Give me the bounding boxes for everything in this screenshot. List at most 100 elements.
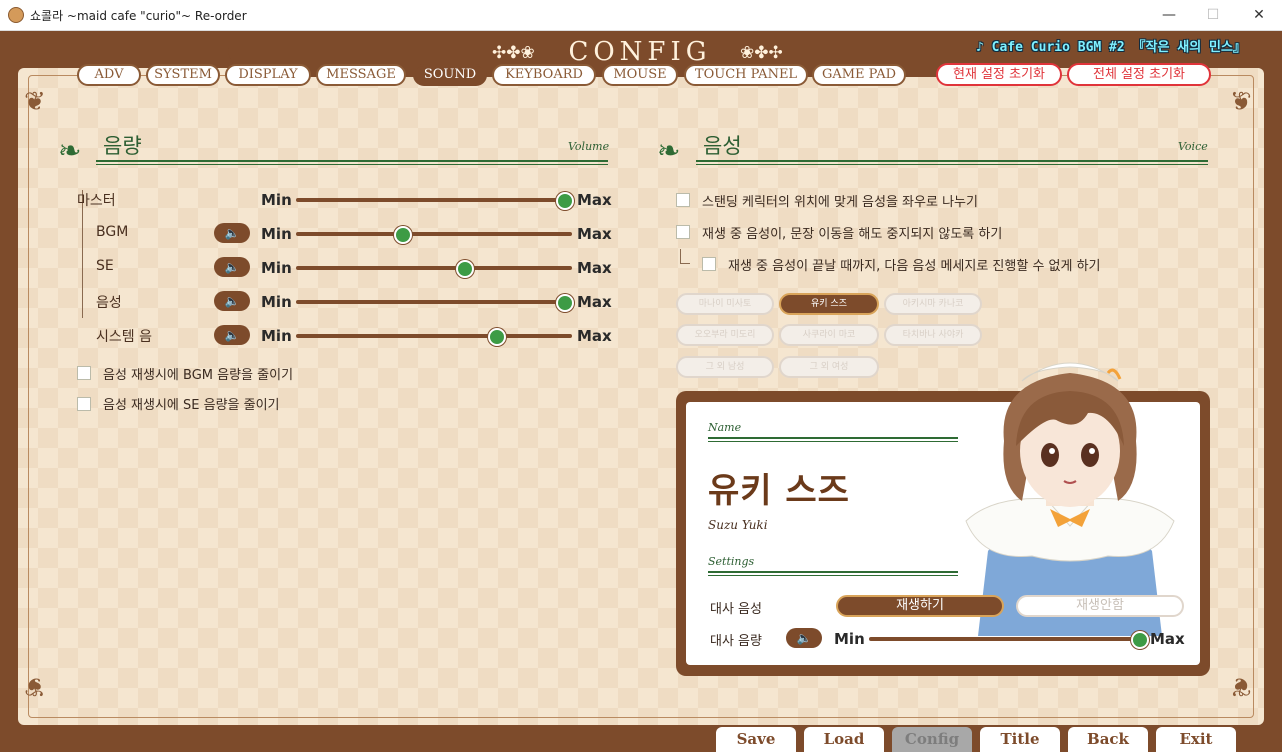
character-button[interactable]: 오오부라 미도리 [676, 324, 774, 346]
volume-slider-knob[interactable] [556, 192, 574, 210]
corner-flourish-icon: ❦ [1230, 87, 1252, 117]
speaker-icon[interactable]: 🔈 [214, 223, 250, 243]
exit-button[interactable]: Exit [1156, 727, 1236, 752]
slider-max-label: Max [577, 225, 612, 243]
volume-slider-track[interactable] [296, 198, 572, 202]
voice-section-subtitle: Voice [1178, 140, 1208, 153]
tab-mouse[interactable]: MOUSE [602, 64, 678, 86]
save-button[interactable]: Save [716, 727, 796, 752]
reset-all-button[interactable]: 전체 설정 초기화 [1067, 63, 1211, 86]
slider-min-label: Min [261, 225, 292, 243]
tab-sound[interactable]: SOUND [413, 64, 487, 86]
option-label: 스탠딩 케릭터의 위치에 맞게 음성을 좌우로 나누기 [702, 195, 978, 210]
character-button[interactable]: 유키 스즈 [779, 293, 879, 315]
volume-slider-track[interactable] [296, 300, 572, 304]
character-portrait [965, 362, 1175, 636]
option-checkbox[interactable] [676, 225, 690, 239]
character-name: 유키 스즈 [708, 471, 850, 511]
mute-voice-button[interactable]: 재생안함 [1016, 595, 1184, 617]
slider-min-label: Min [261, 293, 292, 311]
character-button[interactable]: 사쿠라이 마코 [779, 324, 879, 346]
config-button[interactable]: Config [892, 727, 972, 752]
corner-flourish-icon: ❦ [1230, 671, 1252, 701]
character-romanized-name: Suzu Yuki [708, 518, 768, 532]
window-titlebar: 쇼콜라 ~maid cafe "curio"~ Re-order — ☐ ✕ [0, 0, 1282, 31]
volume-slider-knob[interactable] [556, 294, 574, 312]
tab-adv[interactable]: ADV [77, 64, 141, 86]
app-icon [8, 7, 24, 23]
speaker-icon[interactable]: 🔈 [786, 628, 822, 648]
option-checkbox[interactable] [77, 366, 91, 380]
slider-max-label: Max [1150, 630, 1185, 648]
name-divider [708, 437, 958, 442]
minimize-button[interactable]: — [1146, 0, 1192, 30]
tab-system[interactable]: SYSTEM [146, 64, 220, 86]
volume-row-label: BGM [96, 224, 129, 240]
volume-slider-track[interactable] [296, 232, 572, 236]
volume-row-label: 시스템 음 [96, 329, 152, 345]
volume-row-label: 음성 [96, 295, 122, 311]
voice-section-divider [696, 160, 1208, 165]
ornament-right-icon: ❀✤✣ [740, 43, 783, 63]
dialogue-volume-label: 대사 음량 [710, 634, 762, 649]
option-label: 음성 재생시에 SE 음량을 줄이기 [103, 398, 280, 413]
volume-row-label: 마스터 [77, 193, 116, 209]
option-checkbox[interactable] [676, 193, 690, 207]
corner-flourish-icon: ❦ [24, 87, 46, 117]
close-button[interactable]: ✕ [1236, 0, 1282, 30]
back-button[interactable]: Back [1068, 727, 1148, 752]
slider-max-label: Max [577, 293, 612, 311]
volume-row-label: SE [96, 258, 114, 274]
page-title: CONFIG [568, 37, 712, 67]
volume-section-title: 음량 [103, 134, 142, 158]
option-checkbox[interactable] [77, 397, 91, 411]
dialogue-voice-label: 대사 음성 [710, 602, 762, 617]
load-button[interactable]: Load [804, 727, 884, 752]
volume-slider-knob[interactable] [487, 328, 506, 346]
slider-min-label: Min [261, 191, 292, 209]
character-button[interactable]: 마나이 미사토 [676, 293, 774, 315]
tab-game-pad[interactable]: GAME PAD [812, 64, 906, 86]
title-button[interactable]: Title [980, 727, 1060, 752]
tab-touch-panel[interactable]: TOUCH PANEL [684, 64, 808, 86]
leaf-swirl-icon: ❧ [58, 134, 82, 167]
tab-display[interactable]: DISPLAY [225, 64, 311, 86]
settings-label: Settings [708, 555, 755, 568]
option-label: 음성 재생시에 BGM 음량을 줄이기 [103, 368, 294, 383]
speaker-icon[interactable]: 🔈 [214, 325, 250, 345]
slider-min-label: Min [261, 327, 292, 345]
bgm-now-playing: ♪ Cafe Curio BGM #2 『작은 새의 민스』 [976, 40, 1246, 55]
speaker-icon[interactable]: 🔈 [214, 257, 250, 277]
character-button[interactable]: 그 외 여성 [779, 356, 879, 378]
option-label: 재생 중 음성이, 문장 이동을 해도 중지되지 않도록 하기 [702, 227, 1003, 242]
slider-max-label: Max [577, 327, 612, 345]
slider-min-label: Min [261, 259, 292, 277]
sub-option-connector [680, 249, 690, 264]
play-voice-button[interactable]: 재생하기 [836, 595, 1004, 617]
reset-current-button[interactable]: 현재 설정 초기화 [936, 63, 1062, 86]
slider-max-label: Max [577, 191, 612, 209]
ornament-left-icon: ✣✤❀ [492, 43, 535, 63]
voice-section-title: 음성 [703, 134, 742, 158]
option-checkbox[interactable] [702, 257, 716, 271]
maximize-button[interactable]: ☐ [1190, 0, 1236, 30]
dialogue-volume-track[interactable] [869, 637, 1147, 641]
character-button[interactable]: 타치바나 사야카 [884, 324, 982, 346]
slider-max-label: Max [577, 259, 612, 277]
corner-flourish-icon: ❦ [24, 671, 46, 701]
settings-divider [708, 571, 958, 576]
tab-message[interactable]: MESSAGE [316, 64, 406, 86]
name-label: Name [708, 421, 742, 434]
volume-section-subtitle: Volume [568, 140, 610, 153]
volume-slider-knob[interactable] [393, 226, 412, 244]
leaf-swirl-icon: ❧ [657, 134, 681, 167]
tab-keyboard[interactable]: KEYBOARD [492, 64, 596, 86]
window-title: 쇼콜라 ~maid cafe "curio"~ Re-order [30, 9, 247, 23]
character-button[interactable]: 아키시마 카나코 [884, 293, 982, 315]
volume-slider-track[interactable] [296, 334, 572, 338]
volume-slider-track[interactable] [296, 266, 572, 270]
speaker-icon[interactable]: 🔈 [214, 291, 250, 311]
dialogue-volume-knob[interactable] [1131, 631, 1149, 649]
option-label: 재생 중 음성이 끝날 때까지, 다음 음성 메세지로 진행할 수 없게 하기 [728, 259, 1101, 274]
character-button[interactable]: 그 외 남성 [676, 356, 774, 378]
